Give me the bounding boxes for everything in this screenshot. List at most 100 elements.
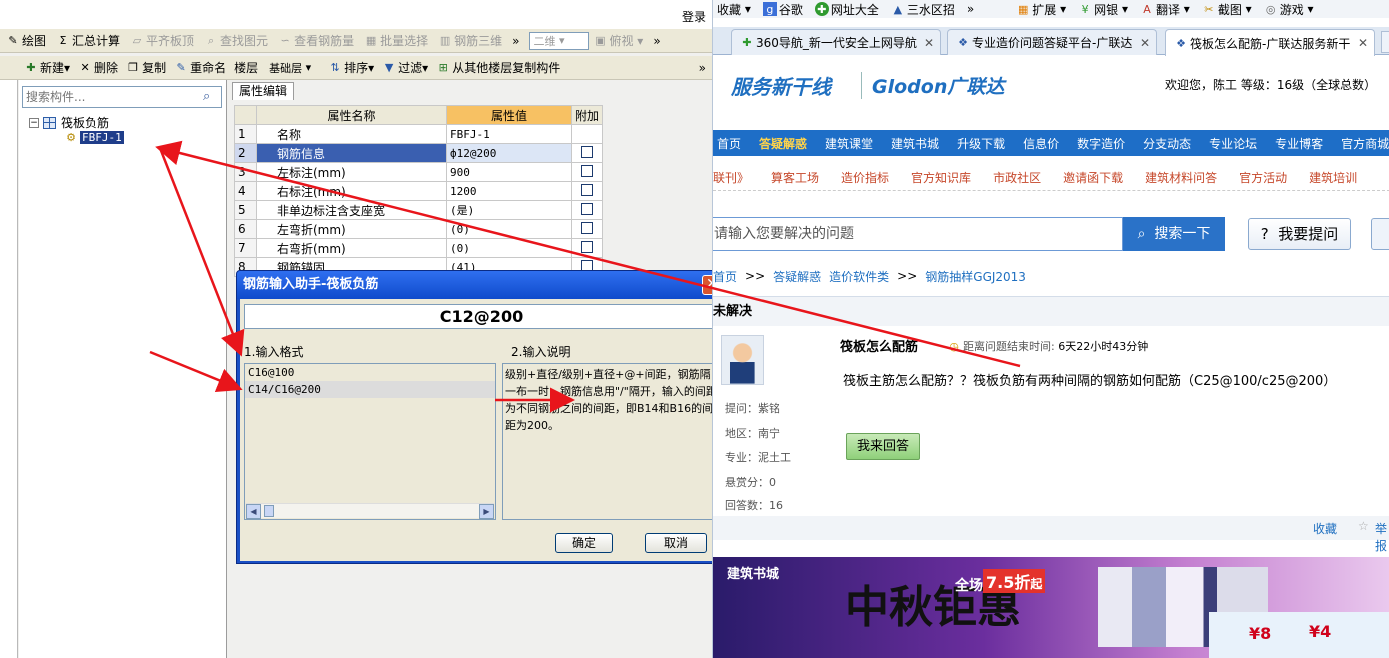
pen-icon[interactable] — [1371, 218, 1389, 250]
subnav-materials-qa[interactable]: 建筑材料问答 — [1145, 169, 1217, 186]
toolbar2-overflow-icon[interactable]: » — [699, 61, 706, 75]
collapse-icon[interactable]: − — [29, 117, 39, 128]
rename-button[interactable]: ✎ 重命名 — [174, 59, 226, 76]
favorite-link[interactable]: 收藏 — [1313, 520, 1337, 537]
search-icon[interactable]: ⌕ — [203, 89, 219, 105]
close-icon[interactable]: ✕ — [924, 36, 934, 50]
copy-from-floor-button[interactable]: ⊞ 从其他楼层复制构件 — [436, 59, 561, 76]
nav-qa[interactable]: 答疑解惑 — [759, 135, 807, 152]
extra-checkbox[interactable] — [581, 221, 593, 234]
login-link[interactable]: 登录 — [682, 8, 706, 25]
bookmark-web-nav[interactable]: ✚ 网址大全 — [814, 1, 879, 18]
scroll-left-icon[interactable]: ◀ — [246, 504, 261, 519]
component-search-input[interactable] — [23, 87, 199, 107]
nav-classroom[interactable]: 建筑课堂 — [825, 135, 873, 152]
subnav-cost-index[interactable]: 造价指标 — [841, 169, 889, 186]
tab-360-nav[interactable]: ✚ 360导航_新一代安全上网导航 ✕ — [731, 29, 941, 55]
table-row[interactable]: 4 右标注(mm) 1200 — [234, 181, 604, 201]
horizontal-scrollbar[interactable]: ◀ ▶ — [246, 503, 494, 519]
search-button[interactable]: ⌕ 搜索一下 — [1123, 217, 1225, 251]
breadcrumb-ggj[interactable]: 钢筋抽样GGJ2013 — [925, 268, 1026, 285]
nav-forum[interactable]: 专业论坛 — [1209, 135, 1257, 152]
breadcrumb-home[interactable]: 首页 — [713, 268, 737, 285]
question-search-input[interactable]: 请输入您要解决的问题 — [713, 217, 1123, 251]
scroll-right-icon[interactable]: ▶ — [479, 504, 494, 519]
delete-button[interactable]: ✕ 删除 — [78, 59, 118, 76]
subnav-knowledge[interactable]: 官方知识库 — [911, 169, 971, 186]
toolbar-overflow-icon-2[interactable]: » — [653, 34, 660, 48]
site-logo[interactable]: 服务新干线 — [731, 71, 831, 100]
nav-price-info[interactable]: 信息价 — [1023, 135, 1059, 152]
rebar-3d-button[interactable]: ▥ 钢筋三维 — [438, 32, 502, 49]
tree-node-root[interactable]: − 筏板负筋 — [29, 114, 109, 131]
subnav-municipal[interactable]: 市政社区 — [993, 169, 1041, 186]
bookmark-netbank[interactable]: ¥ 网银 ▾ — [1078, 1, 1128, 18]
bookmark-screenshot[interactable]: ✂ 截图 ▾ — [1202, 1, 1251, 18]
tab-property-edit[interactable]: 属性编辑 — [232, 82, 295, 100]
table-row[interactable]: 3 左标注(mm) 900 — [234, 162, 604, 182]
bookmark-favorites[interactable]: 收藏 ▾ — [717, 1, 751, 18]
bookmark-more-icon[interactable]: » — [967, 2, 974, 16]
answer-button[interactable]: 我来回答 — [846, 433, 920, 460]
flat-slab-top-button[interactable]: ▱ 平齐板顶 — [130, 32, 194, 49]
tab-glodon-qa[interactable]: ❖ 专业造价问题答疑平台-广联达 ✕ — [947, 29, 1157, 55]
table-row[interactable]: 1 名称 FBFJ-1 — [234, 124, 604, 144]
glodon-logo[interactable]: Glodon广联达 — [861, 72, 1004, 99]
subnav-journal[interactable]: 联刊》 — [713, 169, 749, 186]
table-row[interactable]: 7 右弯折(mm) (0) — [234, 238, 604, 258]
close-icon[interactable]: ✕ — [1140, 36, 1150, 50]
bookmark-google[interactable]: g 谷歌 — [762, 1, 803, 18]
extra-checkbox[interactable] — [581, 145, 593, 158]
view-mode-select[interactable]: 二维 ▾ — [529, 31, 590, 50]
cancel-button[interactable]: 取消 — [645, 533, 707, 553]
breadcrumb-software[interactable]: 造价软件类 — [829, 268, 889, 285]
ok-button[interactable]: 确定 — [555, 533, 613, 553]
subnav-events[interactable]: 官方活动 — [1239, 169, 1287, 186]
extra-checkbox[interactable] — [581, 183, 593, 196]
table-row[interactable]: 6 左弯折(mm) (0) — [234, 219, 604, 239]
table-row[interactable]: 2 钢筋信息 ф12@200 — [234, 143, 604, 163]
subnav-invitation[interactable]: 邀请函下载 — [1063, 169, 1123, 186]
draw-button[interactable]: ✎ 绘图 — [6, 32, 46, 49]
tab-raft-rebar[interactable]: ❖ 筏板怎么配筋-广联达服务新干 ✕ — [1165, 29, 1375, 56]
nav-blog[interactable]: 专业博客 — [1275, 135, 1323, 152]
floor-select[interactable]: 基础层 ▾ — [266, 59, 328, 77]
extra-checkbox[interactable] — [581, 240, 593, 253]
list-item[interactable]: C16@100 — [245, 364, 495, 381]
summary-calc-button[interactable]: Σ 汇总计算 — [56, 32, 121, 49]
list-item[interactable]: C14/C16@200 — [245, 381, 495, 398]
nav-bookstore[interactable]: 建筑书城 — [891, 135, 939, 152]
new-tab-button[interactable] — [1381, 31, 1389, 53]
nav-download[interactable]: 升级下载 — [957, 135, 1005, 152]
subnav-training[interactable]: 建筑培训 — [1309, 169, 1357, 186]
tree-node-child[interactable]: ⚙ FBFJ-1 — [64, 130, 124, 144]
report-link[interactable]: 举报 — [1375, 520, 1389, 554]
subnav-workshop[interactable]: 算客工场 — [771, 169, 819, 186]
filter-button[interactable]: ▼ 过滤 ▾ — [382, 59, 428, 76]
view-rebar-quantity-button[interactable]: ∽ 查看钢筋量 — [278, 32, 354, 49]
find-element-button[interactable]: ⌕ 查找图元 — [204, 32, 268, 49]
coupon-popup[interactable]: ¥8 ¥4 — [1209, 612, 1389, 658]
extra-checkbox[interactable] — [581, 164, 593, 177]
breadcrumb-qa[interactable]: 答疑解惑 — [773, 268, 821, 285]
nav-mall[interactable]: 官方商城 — [1341, 135, 1389, 152]
nav-digital-cost[interactable]: 数字造价 — [1077, 135, 1125, 152]
scroll-thumb[interactable] — [264, 505, 274, 517]
avatar[interactable] — [721, 335, 764, 385]
sort-button[interactable]: ⇅ 排序 ▾ — [328, 59, 375, 76]
close-icon[interactable]: ✕ — [1358, 36, 1368, 50]
nav-home[interactable]: 首页 — [717, 135, 741, 152]
batch-select-button[interactable]: ▦ 批量选择 — [364, 32, 428, 49]
star-icon[interactable]: ☆ — [1358, 519, 1369, 533]
view-angle-select[interactable]: ▣ 俯视 ▾ — [593, 32, 643, 49]
new-button[interactable]: ✚ 新建 ▾ — [24, 59, 70, 76]
toolbar-overflow-icon[interactable]: » — [512, 34, 519, 48]
copy-button[interactable]: ❐ 复制 — [126, 59, 166, 76]
bookmark-extensions[interactable]: ▦ 扩展 ▾ — [1016, 1, 1066, 18]
rebar-value-field[interactable]: C12@200 — [244, 304, 719, 329]
bookmark-sanshui[interactable]: ▲ 三水区招 — [891, 1, 955, 18]
table-row[interactable]: 5 非单边标注含支座宽 (是) — [234, 200, 604, 220]
extra-checkbox[interactable] — [581, 202, 593, 215]
ask-question-button[interactable]: ? 我要提问 — [1248, 218, 1351, 250]
nav-branch-news[interactable]: 分支动态 — [1143, 135, 1191, 152]
